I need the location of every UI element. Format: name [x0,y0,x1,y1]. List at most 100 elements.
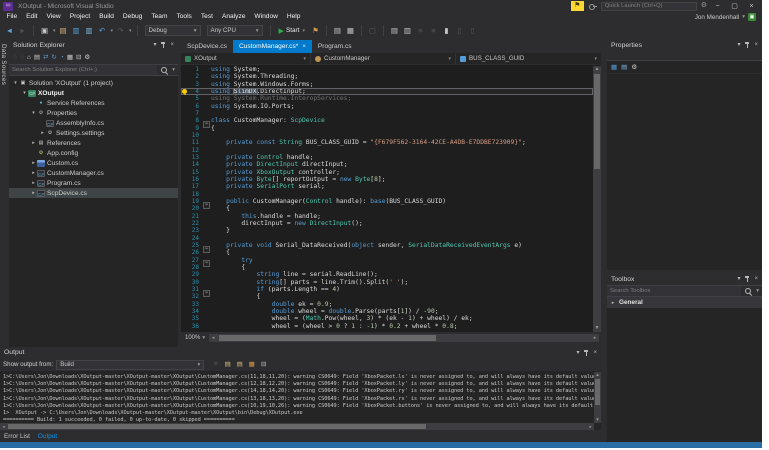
code-line[interactable]: 14 private DirectInput directInput; [181,161,593,168]
messages-icon[interactable]: ≡ [211,359,220,370]
chevron-down-icon[interactable]: ▾ [153,40,156,50]
chevron-down-icon[interactable]: ▾ [756,288,759,294]
output-text[interactable]: 1>C:\Users\Jon\Downloads\XOutput-master\… [0,372,594,423]
goto-next-message-icon[interactable]: ▤ [235,359,244,370]
show-all-files-icon[interactable]: ▦ [67,52,73,63]
close-icon[interactable]: × [754,40,758,50]
properties-object-combo[interactable] [607,51,762,61]
pending-changes-filter-icon[interactable]: ◔ [60,52,64,63]
scrollbar-thumb[interactable] [595,379,600,405]
properties-window-icon[interactable]: ▥ [402,25,413,37]
decrease-indent-icon[interactable]: ≡ [415,25,426,37]
search-icon[interactable] [744,287,753,296]
start-debugging-button[interactable]: ▶Start▾ [279,27,305,35]
increase-indent-icon[interactable]: ≡ [428,25,439,37]
code-line[interactable]: 3using System.Windows.Forms; [181,81,593,88]
categorized-icon[interactable]: ▦ [611,63,617,71]
code-line[interactable]: 7 [181,110,593,117]
settings-wrench-icon[interactable]: ⚙ [701,1,707,11]
menu-build[interactable]: Build [95,12,119,22]
code-line[interactable]: 19− public CustomManager(Control handle)… [181,198,593,205]
back-icon[interactable]: ○ [13,52,17,63]
pin-icon[interactable] [744,275,750,283]
output-line[interactable]: 1> XOutput -> C:\Users\Jon\Downloads\XOu… [3,410,594,417]
scrollbar-thumb[interactable] [594,74,600,169]
chevron-down-icon[interactable]: ▾ [737,274,740,284]
menu-edit[interactable]: Edit [22,12,42,22]
scroll-down-icon[interactable]: ▼ [594,417,601,423]
home-icon[interactable]: ⌂ [27,52,31,63]
pin-icon[interactable] [160,41,166,49]
sync-with-active-document-icon[interactable]: ⇄ [43,52,48,63]
minimize-button[interactable]: − [711,1,724,12]
code-line[interactable]: 20 { [181,205,593,212]
code-line[interactable]: 18 [181,191,593,198]
tree-item-app-config[interactable]: ⚙App.config [9,148,178,158]
code-line[interactable]: 24 [181,235,593,242]
code-line[interactable]: 30 string[] parts = line.Trim().Split(' … [181,279,593,286]
lightbulb-icon[interactable] [182,89,187,94]
editor-vertical-scrollbar[interactable]: ▲ ▼ [593,66,601,332]
menu-analyze[interactable]: Analyze [217,12,249,22]
fold-toggle-icon[interactable]: − [203,290,210,297]
chevron-collapsed-icon[interactable]: ▸ [39,130,46,136]
scroll-right-icon[interactable]: ▸ [591,335,599,341]
scope-icon[interactable]: ▤ [34,52,40,63]
properties-header[interactable]: Properties ▾ × [607,39,762,51]
close-icon[interactable]: × [593,348,597,358]
code-line[interactable]: 23 } [181,227,593,234]
code-line[interactable]: 17 private SerialPort serial; [181,183,593,190]
menu-team[interactable]: Team [147,12,172,22]
code-line[interactable]: 28 { [181,264,593,271]
property-pages-icon[interactable]: ⚙ [631,63,637,71]
tree-item-properties[interactable]: ▾⚙Properties [9,108,178,118]
code-line[interactable]: 29 string line = serial.ReadLine(); [181,271,593,278]
navigate-forward-icon[interactable]: ► [17,25,28,37]
document-tab-scpdevice-cs[interactable]: ScpDevice.cs [181,40,233,53]
tree-item-xoutput[interactable]: ▾C#XOutput [9,88,178,98]
tree-item-service-references[interactable]: ●Service References [9,98,178,108]
redo-icon[interactable]: ↷ [115,25,126,37]
menu-view[interactable]: View [42,12,65,22]
sign-in-status-icon[interactable]: ▣ [748,13,756,21]
tree-item-solution-xoutput-1-project[interactable]: ▾▣Solution 'XOutput' (1 project) [9,78,178,88]
solution-configuration-combo[interactable]: Debug▾ [145,25,201,36]
chevron-down-icon[interactable]: ▾ [53,28,56,34]
code-line[interactable]: 6using System.IO.Ports; [181,103,593,110]
find-in-files-icon[interactable]: ▢ [367,25,378,37]
solution-explorer-header[interactable]: Solution Explorer ▾ × [9,39,178,51]
solution-search-input[interactable] [9,65,157,75]
code-line[interactable]: 12 [181,147,593,154]
fold-toggle-icon[interactable]: − [203,121,210,128]
code-line[interactable]: 32 { [181,293,593,300]
chevron-down-icon[interactable]: ▾ [129,28,132,34]
chevron-down-icon[interactable]: ▾ [576,348,579,358]
save-icon[interactable]: ▥ [71,25,82,37]
toolbox-category-general[interactable]: ▸ General [607,297,762,308]
document-tab-program-cs[interactable]: Program.cs [312,40,358,53]
scroll-down-icon[interactable]: ▼ [593,325,601,332]
data-sources-tab[interactable]: Data Sources [0,39,7,85]
code-line[interactable]: 2using System.Threading; [181,73,593,80]
code-line[interactable]: 1using System; [181,66,593,73]
forward-icon[interactable]: ○ [20,52,24,63]
tree-item-references[interactable]: ▸▤References [9,138,178,148]
chevron-collapsed-icon[interactable]: ▸ [30,180,37,186]
chevron-collapsed-icon[interactable]: ▸ [30,160,37,166]
bookmark-icon[interactable]: ▮ [441,25,452,37]
refresh-icon[interactable]: ↻ [51,52,56,63]
chevron-expanded-icon[interactable]: ▾ [12,80,19,86]
tool-tab-output[interactable]: Output [38,433,57,440]
chevron-collapsed-icon[interactable]: ▸ [30,140,37,146]
code-line[interactable]: 5using System.Runtime.InteropServices; [181,95,593,102]
scrollbar-thumb[interactable] [8,424,426,429]
project-dropdown[interactable]: XOutput ▾ [181,53,311,64]
tree-item-custom-cs[interactable]: ▸Custom.cs [9,158,178,168]
alphabetical-icon[interactable]: ▤ [621,63,627,71]
scroll-right-icon[interactable]: ▸ [587,424,594,430]
menu-tools[interactable]: Tools [172,12,196,22]
scroll-up-icon[interactable]: ▲ [593,66,601,73]
output-line[interactable]: 1>C:\Users\Jon\Downloads\XOutput-master\… [3,381,594,388]
code-line[interactable]: 35 wheel = (Math.Pow(wheel, 3) * (ek - 1… [181,315,593,322]
scrollbar-thumb[interactable] [219,335,436,341]
